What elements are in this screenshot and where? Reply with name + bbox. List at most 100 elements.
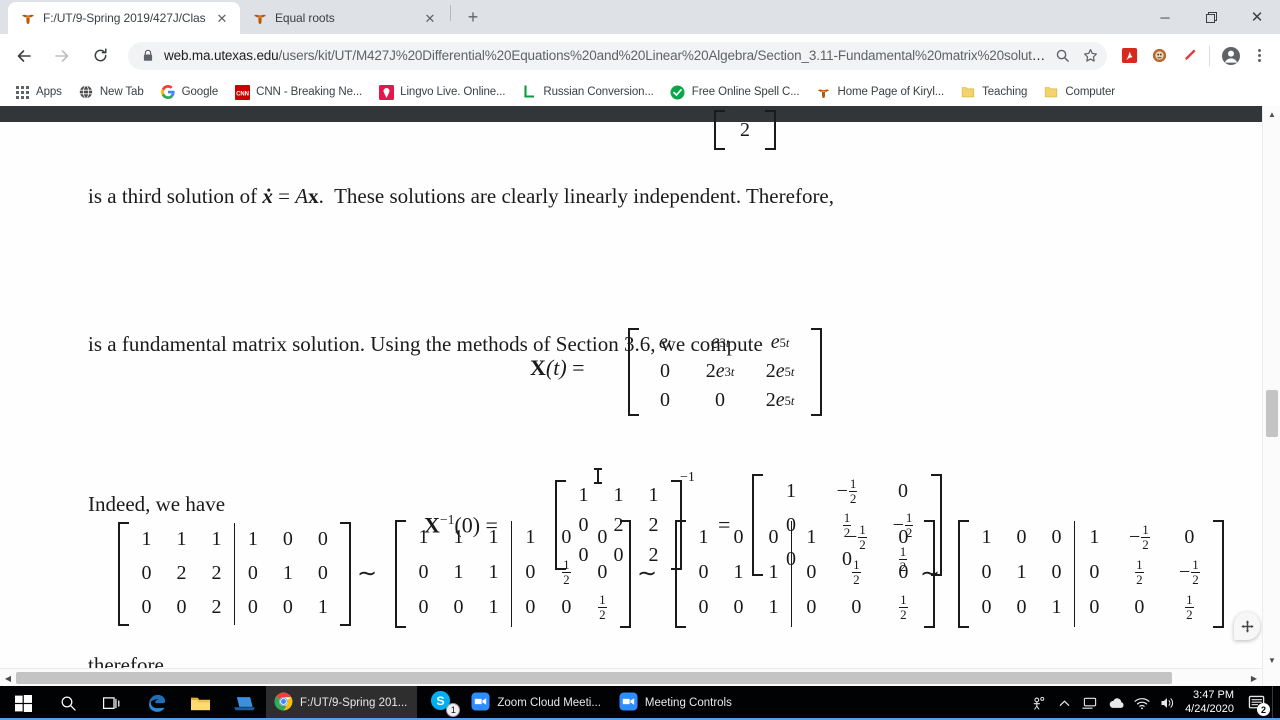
tab-active[interactable]: F:/UT/9-Spring 2019/427J/Classe ✕ — [8, 2, 240, 34]
i-beam-cursor-icon — [594, 468, 602, 484]
equation-Xt-label: X(t) = — [530, 355, 585, 380]
horizontal-scroll-thumb[interactable] — [16, 672, 1172, 684]
search-magnifier-icon[interactable] — [46, 686, 90, 720]
file-explorer-icon[interactable] — [178, 686, 222, 720]
bracket-left — [395, 520, 406, 628]
matrix-cell: 0 — [733, 526, 744, 548]
taskbar-window-label: Meeting Controls — [644, 697, 732, 709]
bookmark-label: Free Online Spell C... — [691, 86, 800, 98]
matrix-cells: 2 — [725, 110, 765, 150]
wifi-icon[interactable] — [1129, 686, 1155, 720]
bookmark-spell-check[interactable]: Free Online Spell C... — [662, 80, 808, 104]
matrix-cell: 0 — [898, 479, 908, 502]
bookmark-home-page-kiryl[interactable]: Home Page of Kiryl... — [808, 80, 953, 104]
volume-speaker-icon[interactable] — [1155, 686, 1181, 720]
matrix-cell: 1 — [176, 527, 187, 550]
windows-start-icon[interactable] — [0, 686, 46, 720]
scroll-down-arrow[interactable]: ▼ — [1263, 652, 1280, 668]
url-text: web.ma.utexas.edu/users/kit/UT/M427J%20D… — [164, 48, 1047, 63]
close-icon[interactable]: ✕ — [422, 10, 438, 26]
vertical-scrollbar[interactable]: ▲ ▼ — [1262, 106, 1280, 686]
show-hidden-icons-chevron[interactable] — [1051, 686, 1077, 720]
matrix-cell: 1 — [488, 561, 499, 583]
people-share-icon[interactable] — [1025, 686, 1051, 720]
zoom-icon — [619, 692, 638, 714]
action-center-icon[interactable]: 2 — [1242, 686, 1272, 720]
matrix-cell: 1 — [578, 483, 589, 506]
matrix-cells: 1 1 1 0 2 2 0 0 2 — [129, 522, 234, 626]
bracket-right — [1213, 520, 1225, 628]
matrix-cell: 0 — [597, 526, 608, 548]
bookmark-folder-teaching[interactable]: Teaching — [952, 80, 1035, 104]
matrix-cells: 1 0 0 0 1 0 0 0 1 — [969, 520, 1074, 628]
microsoft-edge-icon[interactable] — [134, 686, 178, 720]
letter-l-icon — [521, 84, 537, 100]
system-tray: 3:47 PM 4/24/2020 2 — [1025, 686, 1280, 720]
taskbar-clock[interactable]: 3:47 PM 4/24/2020 — [1181, 686, 1242, 720]
horizontal-scrollbar[interactable]: ◀ ▶ — [0, 668, 1262, 686]
skype-badge-count: 1 — [446, 703, 461, 717]
matrix-cell: 0 — [141, 595, 152, 618]
vertical-scroll-thumb[interactable] — [1266, 390, 1278, 437]
forward-button[interactable] — [46, 40, 78, 72]
task-view-icon[interactable] — [90, 686, 134, 720]
bookmark-google[interactable]: Google — [152, 80, 226, 104]
scroll-left-arrow[interactable]: ◀ — [0, 669, 16, 686]
bookmark-new-tab[interactable]: New Tab — [70, 80, 152, 104]
three-dot-menu-icon[interactable] — [1246, 41, 1272, 71]
pen-annotate-extension-icon[interactable] — [1175, 42, 1203, 70]
bookmark-cnn[interactable]: CNN CNN - Breaking Ne... — [226, 80, 370, 104]
lingvo-icon — [378, 84, 394, 100]
matrix-cells-augmented: 1 0 0 0 12 0 0 0 12 — [512, 520, 620, 628]
matrix-cell: 1 — [806, 526, 817, 548]
matrix-cell: 2 e 3t — [705, 360, 735, 382]
reload-button[interactable] — [84, 40, 116, 72]
scroll-right-arrow[interactable]: ▶ — [1246, 669, 1262, 686]
address-bar[interactable]: web.ma.utexas.edu/users/kit/UT/M427J%20D… — [128, 41, 1107, 70]
star-icon[interactable] — [1077, 43, 1103, 69]
matrix-cell: 12 — [899, 592, 908, 622]
bookmark-apps[interactable]: Apps — [6, 80, 70, 104]
paragraph-text: is a third solution of — [88, 184, 258, 208]
minimize-button[interactable]: ─ — [1142, 1, 1188, 33]
screen-root: F:/UT/9-Spring 2019/427J/Classe ✕ Equal … — [0, 0, 1280, 720]
move-drag-handle-icon[interactable] — [1234, 612, 1260, 640]
inline-math-x: x — [308, 184, 319, 208]
adobe-acrobat-extension-icon[interactable] — [1115, 42, 1143, 70]
display-monitor-icon[interactable] — [1077, 686, 1103, 720]
tab-inactive[interactable]: Equal roots ✕ — [240, 2, 448, 34]
matrix-cell: 0 — [898, 526, 909, 548]
matrix-cell: 0 — [1089, 596, 1100, 618]
bookmark-russian-conversion[interactable]: Russian Conversion... — [513, 80, 661, 104]
tab-title: Equal roots — [275, 11, 335, 25]
matrix-cell: −1 2 — [846, 522, 867, 552]
matrix-cell: 0 — [317, 561, 328, 584]
bookmark-label: Russian Conversion... — [543, 86, 654, 98]
green-check-icon — [670, 84, 686, 100]
matrix-cell: 0 — [1051, 526, 1062, 548]
scroll-up-arrow[interactable]: ▲ — [1263, 106, 1280, 122]
close-icon[interactable]: ✕ — [214, 10, 230, 26]
matrix-cell: 2 — [740, 118, 750, 141]
taskbar-window-zoom-cloud[interactable]: Zoom Cloud Meeti... — [463, 686, 611, 720]
laptop-app-icon[interactable] — [222, 686, 266, 720]
show-desktop-button[interactable] — [1272, 686, 1278, 720]
taskbar-window-meeting-controls[interactable]: Meeting Controls — [611, 686, 742, 720]
close-window-button[interactable]: ✕ — [1234, 1, 1280, 33]
account-avatar-icon[interactable] — [1216, 41, 1246, 71]
bookmark-lingvo[interactable]: Lingvo Live. Online... — [370, 80, 513, 104]
taskbar-window-chrome[interactable]: F:/UT/9-Spring 201... — [0, 686, 1280, 720]
inline-math-xdot: ẋ — [262, 184, 273, 208]
matrix-cell: 0 — [698, 561, 709, 583]
maximize-button[interactable] — [1188, 1, 1234, 33]
onedrive-cloud-icon[interactable] — [1103, 686, 1129, 720]
bookmark-folder-computer[interactable]: Computer — [1035, 80, 1123, 104]
grammar-extension-icon[interactable] — [1145, 42, 1173, 70]
matrix-cell: 0 — [981, 561, 992, 583]
matrix-cell: 1 — [981, 526, 992, 548]
taskbar-window-skype[interactable]: S 1 — [417, 686, 463, 720]
matrix-cell: 1 — [648, 483, 659, 506]
back-button[interactable] — [8, 40, 40, 72]
new-tab-button[interactable]: + — [459, 3, 487, 31]
magnifier-icon[interactable] — [1049, 43, 1075, 69]
